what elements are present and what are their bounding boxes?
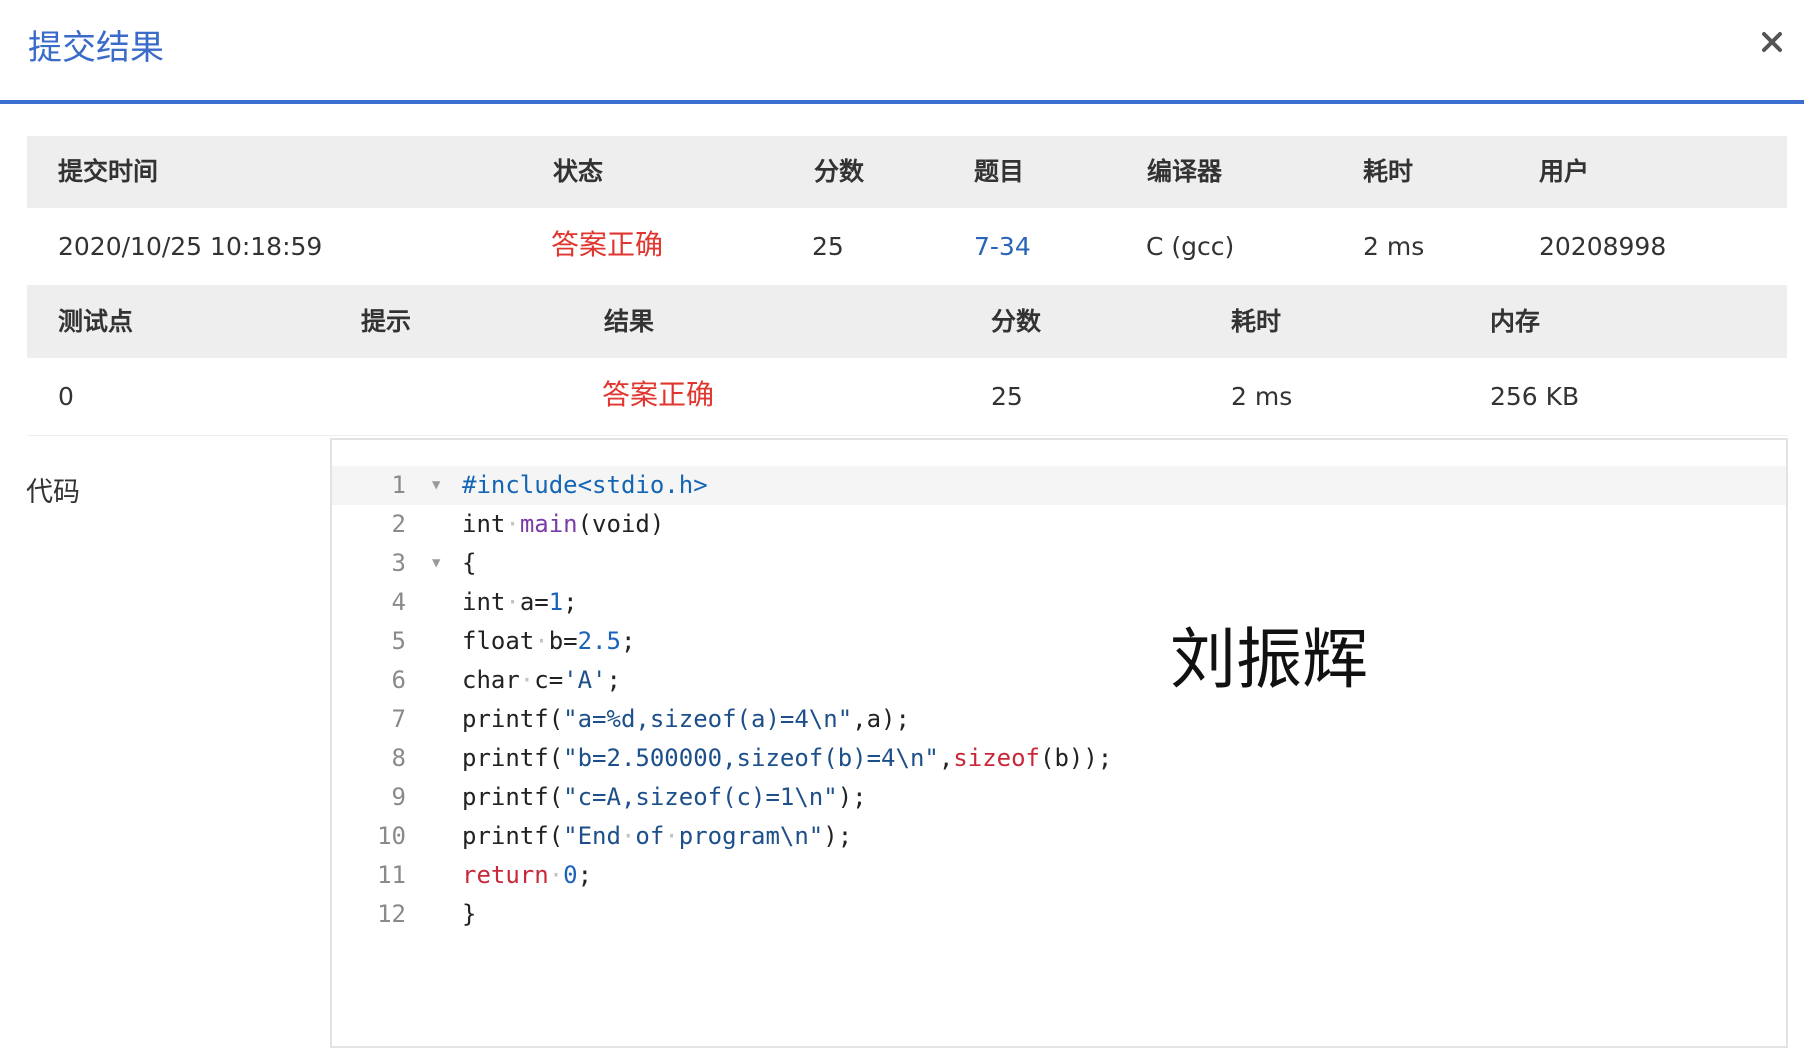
name-overlay: 刘振辉 xyxy=(1170,621,1368,698)
header-testcase-elapsed: 耗时 xyxy=(1231,307,1282,336)
testcase-header-row: 测试点 提示 结果 分数 耗时 内存 xyxy=(27,286,1787,358)
line-number: 4 xyxy=(391,588,406,616)
code-label: 代码 xyxy=(26,477,80,508)
testcase-id: 0 xyxy=(58,382,74,411)
code-line[interactable]: 6 char·c='A'; xyxy=(332,661,1786,700)
submit-time: 2020/10/25 10:18:59 xyxy=(58,232,323,261)
header-submit-time: 提交时间 xyxy=(58,157,159,186)
line-number: 3 xyxy=(391,549,406,577)
line-number: 6 xyxy=(391,666,406,694)
header-testcase: 测试点 xyxy=(58,307,134,336)
code-text: printf("End·of·program\n"); xyxy=(462,822,853,850)
code-text: { xyxy=(462,549,477,577)
testcase-table: 测试点 提示 结果 分数 耗时 内存 0 答案正确 25 2 ms 256 KB xyxy=(27,286,1787,436)
header-problem: 题目 xyxy=(974,157,1025,186)
code-line[interactable]: 8 printf("b=2.500000,sizeof(b)=4\n",size… xyxy=(332,739,1786,778)
elapsed-value: 2 ms xyxy=(1363,232,1425,261)
line-number: 11 xyxy=(377,861,406,889)
code-line[interactable]: 9 printf("c=A,sizeof(c)=1\n"); xyxy=(332,778,1786,817)
header-compiler: 编译器 xyxy=(1147,157,1223,186)
code-line[interactable]: 11 return·0; xyxy=(332,856,1786,895)
header-score: 分数 xyxy=(814,157,865,186)
code-line[interactable]: 3 ▼ { xyxy=(332,544,1786,583)
testcase-elapsed: 2 ms xyxy=(1231,382,1293,411)
header-result: 结果 xyxy=(604,307,655,336)
line-number: 8 xyxy=(391,744,406,772)
header-hint: 提示 xyxy=(361,307,412,336)
dialog-header: 提交结果 xyxy=(0,0,1804,104)
submission-row: 2020/10/25 10:18:59 答案正确 25 7-34 C (gcc)… xyxy=(27,208,1787,286)
code-editor[interactable]: 1 ▼ #include<stdio.h> 2 int·main(void) 3… xyxy=(330,438,1788,1048)
code-text: printf("a=%d,sizeof(a)=4\n",a); xyxy=(462,705,910,733)
problem-link[interactable]: 7-34 xyxy=(974,232,1031,262)
header-elapsed: 耗时 xyxy=(1363,157,1414,186)
code-line[interactable]: 5 float·b=2.5; xyxy=(332,622,1786,661)
header-user: 用户 xyxy=(1539,157,1590,186)
header-testcase-score: 分数 xyxy=(991,307,1042,336)
line-number: 12 xyxy=(377,900,406,928)
code-line[interactable]: 4 int·a=1; xyxy=(332,583,1786,622)
table-row: 0 答案正确 25 2 ms 256 KB xyxy=(27,358,1787,436)
code-text: } xyxy=(462,900,477,928)
code-text: printf("b=2.500000,sizeof(b)=4\n",sizeof… xyxy=(462,744,1113,772)
testcase-result: 答案正确 xyxy=(602,378,715,411)
testcase-score: 25 xyxy=(991,382,1023,411)
score-value: 25 xyxy=(812,232,844,261)
line-number: 1 xyxy=(391,471,406,499)
line-number: 9 xyxy=(391,783,406,811)
testcase-memory: 256 KB xyxy=(1490,382,1580,411)
code-text: int·a=1; xyxy=(462,588,578,616)
submission-header-row: 提交时间 状态 分数 题目 编译器 耗时 用户 xyxy=(27,136,1787,208)
code-text: char·c='A'; xyxy=(462,666,621,694)
line-number: 5 xyxy=(391,627,406,655)
fold-arrow-icon[interactable]: ▼ xyxy=(432,544,440,583)
fold-arrow-icon[interactable]: ▼ xyxy=(432,466,440,505)
user-value: 20208998 xyxy=(1539,232,1667,261)
line-number: 7 xyxy=(391,705,406,733)
header-status: 状态 xyxy=(553,157,604,186)
line-number: 2 xyxy=(391,510,406,538)
code-line[interactable]: 2 int·main(void) xyxy=(332,505,1786,544)
code-text: int·main(void) xyxy=(462,510,665,538)
code-text: printf("c=A,sizeof(c)=1\n"); xyxy=(462,783,867,811)
code-text: float·b=2.5; xyxy=(462,627,636,655)
line-number: 10 xyxy=(377,822,406,850)
submission-table: 提交时间 状态 分数 题目 编译器 耗时 用户 2020/10/25 10:18… xyxy=(27,136,1787,286)
code-text: #include<stdio.h> xyxy=(462,471,708,499)
code-text: return·0; xyxy=(462,861,593,889)
close-icon[interactable] xyxy=(1756,26,1788,58)
code-line[interactable]: 10 printf("End·of·program\n"); xyxy=(332,817,1786,856)
code-line[interactable]: 12 } xyxy=(332,895,1786,934)
code-line[interactable]: 1 ▼ #include<stdio.h> xyxy=(332,466,1786,505)
status-badge: 答案正确 xyxy=(551,228,664,261)
code-line[interactable]: 7 printf("a=%d,sizeof(a)=4\n",a); xyxy=(332,700,1786,739)
header-memory: 内存 xyxy=(1490,307,1541,336)
compiler-value: C (gcc) xyxy=(1146,232,1235,261)
dialog-title: 提交结果 xyxy=(28,28,164,68)
